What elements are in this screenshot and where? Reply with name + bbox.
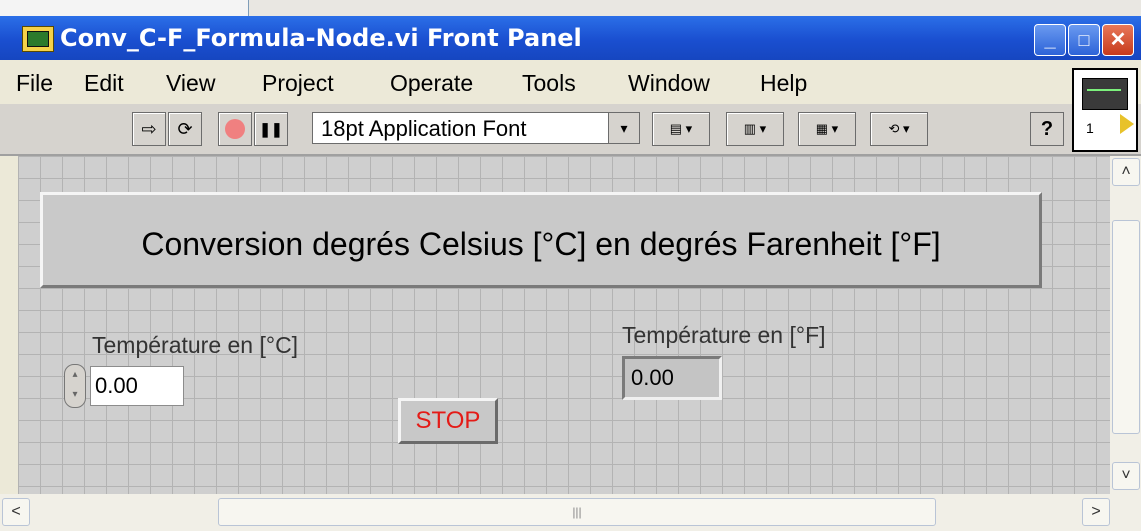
pause-button[interactable]: ❚❚ (254, 112, 288, 146)
scroll-up-button[interactable]: ˄ (1112, 158, 1140, 186)
window-title: Conv_C-F_Formula-Node.vi Front Panel (60, 24, 582, 52)
distribute-icon: ▥ ▾ (743, 121, 767, 136)
panel-heading: Conversion degrés Celsius [°C] en degrés… (141, 226, 941, 262)
resize-icon: ▦ ▾ (815, 121, 839, 136)
menu-window[interactable]: Window (628, 70, 710, 97)
run-continuously-button[interactable]: ⟳ (168, 112, 202, 146)
panel-edge (0, 156, 18, 494)
menu-operate[interactable]: Operate (390, 70, 473, 97)
abort-icon (225, 119, 245, 139)
menu-file[interactable]: File (16, 70, 53, 97)
vi-icon[interactable]: 1 (1072, 68, 1138, 152)
reorder-icon: ⟲ ▾ (888, 121, 910, 136)
stop-button[interactable]: STOP (398, 398, 498, 444)
scroll-left-button[interactable]: < (2, 498, 30, 526)
horizontal-scroll-thumb[interactable]: ||| (218, 498, 936, 526)
celsius-input[interactable]: 0.00 (90, 366, 184, 406)
menu-help[interactable]: Help (760, 70, 807, 97)
reorder-button[interactable]: ⟲ ▾ (870, 112, 928, 146)
align-objects-button[interactable]: ▤ ▾ (652, 112, 710, 146)
labview-app-icon[interactable] (22, 26, 54, 52)
menu-tools[interactable]: Tools (522, 70, 576, 97)
menu-view[interactable]: View (166, 70, 215, 97)
vertical-scroll-thumb[interactable] (1112, 220, 1140, 434)
close-button[interactable]: ✕ (1102, 24, 1134, 56)
celsius-stepper[interactable]: ▴ ▾ (64, 364, 86, 408)
minimize-button[interactable]: _ (1034, 24, 1066, 56)
fahrenheit-indicator: 0.00 (622, 356, 722, 400)
abort-button[interactable] (218, 112, 252, 146)
run-button[interactable]: ⇨ (132, 112, 166, 146)
maximize-button[interactable]: □ (1068, 24, 1100, 56)
background-strip (0, 0, 1141, 17)
fahrenheit-label: Température en [°F] (622, 322, 826, 348)
celsius-label: Température en [°C] (92, 332, 299, 358)
chevron-down-icon[interactable]: ▾ (608, 113, 639, 143)
distribute-objects-button[interactable]: ▥ ▾ (726, 112, 784, 146)
scroll-right-button[interactable]: > (1082, 498, 1110, 526)
font-select[interactable]: 18pt Application Font (312, 112, 640, 144)
menu-edit[interactable]: Edit (84, 70, 124, 97)
scroll-down-button[interactable]: ˅ (1112, 462, 1140, 490)
vi-connector-number: 1 (1086, 120, 1094, 136)
context-help-button[interactable]: ? (1030, 112, 1064, 146)
resize-objects-button[interactable]: ▦ ▾ (798, 112, 856, 146)
align-icon: ▤ ▾ (669, 121, 693, 136)
menu-project[interactable]: Project (262, 70, 334, 97)
